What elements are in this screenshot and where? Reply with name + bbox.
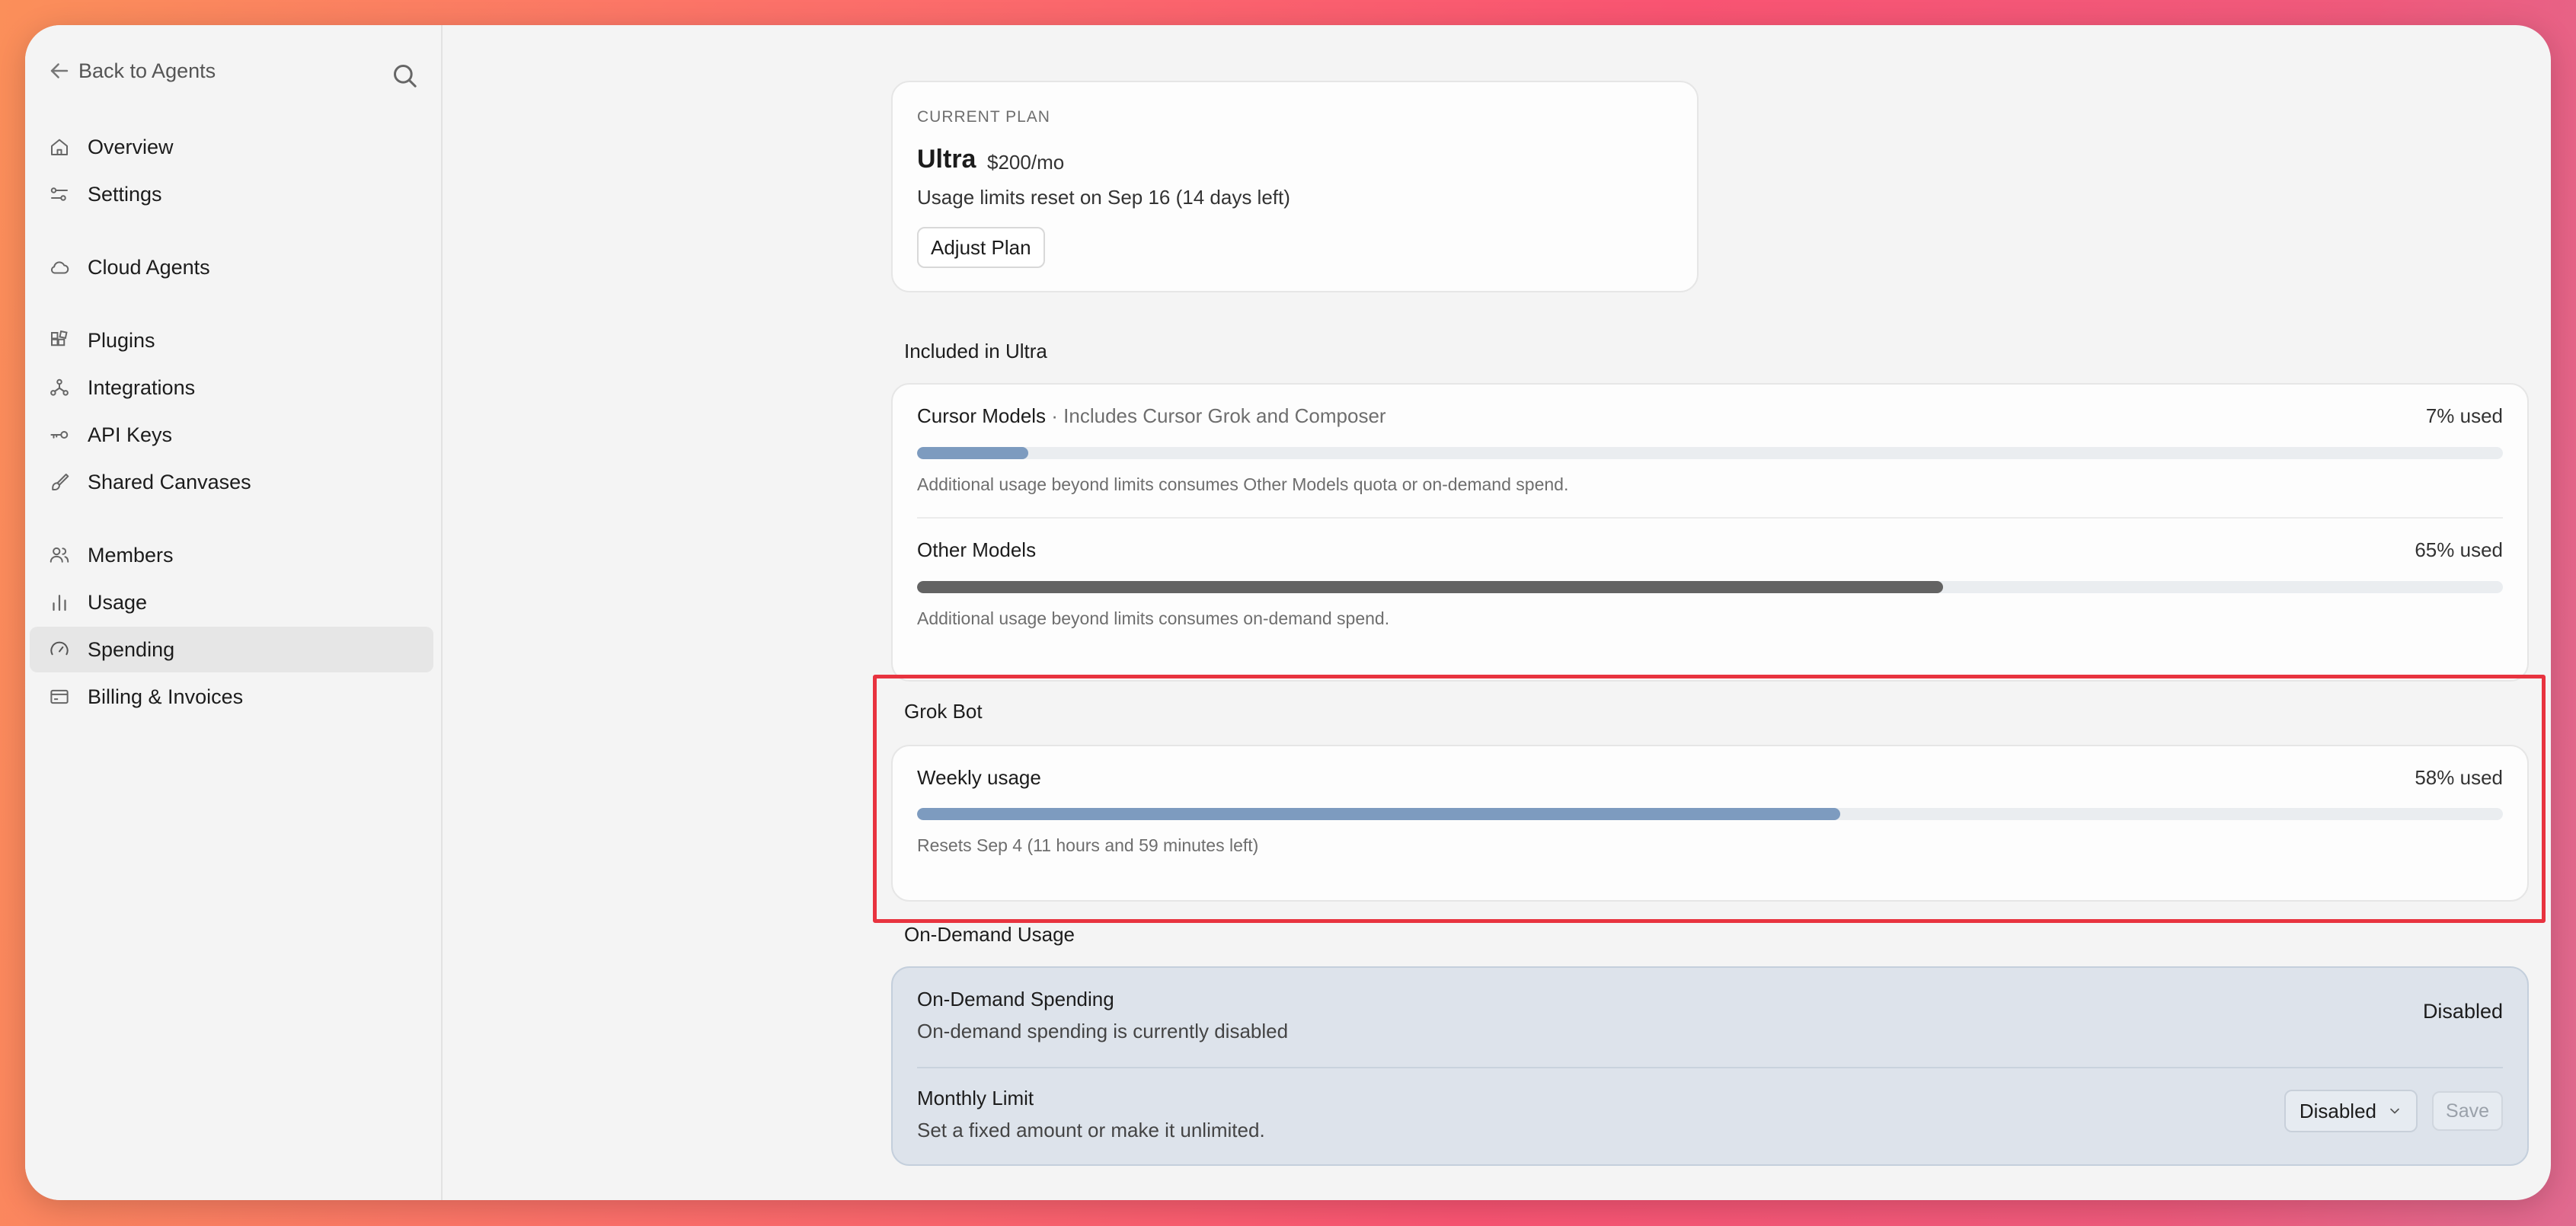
plan-reset-text: Usage limits reset on Sep 16 (14 days le… <box>917 186 1290 209</box>
grok-bot-section-title: Grok Bot <box>904 700 983 723</box>
sidebar-item-billing[interactable]: Billing & Invoices <box>30 674 433 720</box>
sidebar-item-label: Cloud Agents <box>88 255 210 279</box>
members-icon <box>46 542 72 568</box>
sidebar-item-label: Spending <box>88 637 175 661</box>
brush-icon <box>46 469 72 495</box>
monthly-limit-title: Monthly Limit <box>917 1087 1034 1109</box>
plan-name: Ultra <box>917 145 976 174</box>
sidebar-item-label: Members <box>88 543 174 567</box>
plan-price: $200/mo <box>987 151 1065 174</box>
usage-row-name: Cursor Models <box>917 404 1047 427</box>
cursor-models-progress <box>917 447 2503 459</box>
sidebar-item-cloud-agents[interactable]: Cloud Agents <box>30 244 433 290</box>
on-demand-status: Disabled <box>2422 1000 2503 1023</box>
bar-chart-icon <box>46 589 72 615</box>
sidebar-item-settings[interactable]: Settings <box>30 171 433 217</box>
other-models-note: Additional usage beyond limits consumes … <box>917 608 1390 628</box>
grok-bot-card: Weekly usage 58% used Resets Sep 4 (11 h… <box>891 745 2529 902</box>
divider <box>917 517 2503 519</box>
monthly-limit-subtitle: Set a fixed amount or make it unlimited. <box>917 1119 1265 1141</box>
weekly-usage-title: Weekly usage <box>917 766 1041 789</box>
sidebar-item-label: Billing & Invoices <box>88 685 244 708</box>
home-icon <box>46 134 72 160</box>
progress-fill <box>917 581 1944 593</box>
sidebar-item-overview[interactable]: Overview <box>30 124 433 170</box>
sidebar-item-usage[interactable]: Usage <box>30 579 433 625</box>
sidebar-item-integrations[interactable]: Integrations <box>30 365 433 410</box>
sidebar-item-label: Integrations <box>88 375 196 399</box>
included-section-title: Included in Ultra <box>904 340 1047 362</box>
weekly-usage-progress <box>917 808 2503 820</box>
on-demand-spending-subtitle: On-demand spending is currently disabled <box>917 1020 1289 1042</box>
usage-row-detail: · Includes Cursor Grok and Composer <box>1046 404 1386 427</box>
included-usage-card: Cursor Models · Includes Cursor Grok and… <box>891 383 2529 682</box>
other-models-used: 65% used <box>2415 538 2503 561</box>
chevron-down-icon <box>2390 1108 2399 1114</box>
sidebar-item-label: Usage <box>88 590 148 614</box>
sidebar-item-spending[interactable]: Spending <box>30 627 433 672</box>
search-icon[interactable] <box>389 60 420 91</box>
on-demand-card: On-Demand Spending On-demand spending is… <box>891 966 2529 1166</box>
sidebar-item-label: Shared Canvases <box>88 470 251 493</box>
current-plan-eyebrow: CURRENT PLAN <box>917 108 1050 126</box>
on-demand-section-title: On-Demand Usage <box>904 923 1075 946</box>
app-window: Back to Agents Overview Settings Cloud A… <box>25 25 2551 1200</box>
adjust-plan-button[interactable]: Adjust Plan <box>917 227 1045 268</box>
progress-fill <box>917 447 1028 459</box>
card-icon <box>46 684 72 710</box>
cursor-models-note: Additional usage beyond limits consumes … <box>917 474 1569 494</box>
sidebar-item-label: Plugins <box>88 328 155 352</box>
other-models-progress <box>917 581 2503 593</box>
sidebar-item-label: Overview <box>88 135 174 158</box>
arrow-left-icon <box>50 63 69 78</box>
sidebar-item-label: API Keys <box>88 423 173 446</box>
sidebar: Back to Agents Overview Settings Cloud A… <box>25 25 443 1200</box>
save-button[interactable]: Save <box>2432 1091 2503 1131</box>
divider <box>917 1067 2503 1068</box>
cloud-icon <box>46 254 72 280</box>
plugins-icon <box>46 327 72 353</box>
weekly-usage-reset-note: Resets Sep 4 (11 hours and 59 minutes le… <box>917 835 1259 855</box>
on-demand-spending-title: On-Demand Spending <box>917 988 1114 1010</box>
monthly-limit-select[interactable]: Disabled <box>2284 1090 2418 1132</box>
other-models-title: Other Models <box>917 538 1036 562</box>
current-plan-card: CURRENT PLAN Ultra $200/mo Usage limits … <box>891 81 1699 292</box>
usage-row-name: Other Models <box>917 538 1037 561</box>
cursor-models-used: 7% used <box>2425 404 2503 427</box>
main-content: CURRENT PLAN Ultra $200/mo Usage limits … <box>444 25 2551 1200</box>
sidebar-item-members[interactable]: Members <box>30 532 433 578</box>
gauge-icon <box>46 637 72 662</box>
key-icon <box>46 422 72 448</box>
integrations-icon <box>46 375 72 401</box>
sidebar-item-plugins[interactable]: Plugins <box>30 318 433 363</box>
sidebar-item-shared-canvases[interactable]: Shared Canvases <box>30 459 433 505</box>
back-to-agents-link[interactable]: Back to Agents <box>46 48 435 94</box>
sidebar-item-label: Settings <box>88 182 162 206</box>
cursor-models-title: Cursor Models · Includes Cursor Grok and… <box>917 404 1386 428</box>
sliders-icon <box>46 181 72 207</box>
weekly-usage-used: 58% used <box>2415 766 2503 789</box>
monthly-limit-select-value: Disabled <box>2299 1099 2376 1122</box>
back-label: Back to Agents <box>78 59 216 82</box>
sidebar-item-api-keys[interactable]: API Keys <box>30 412 433 458</box>
progress-fill <box>917 808 1840 820</box>
